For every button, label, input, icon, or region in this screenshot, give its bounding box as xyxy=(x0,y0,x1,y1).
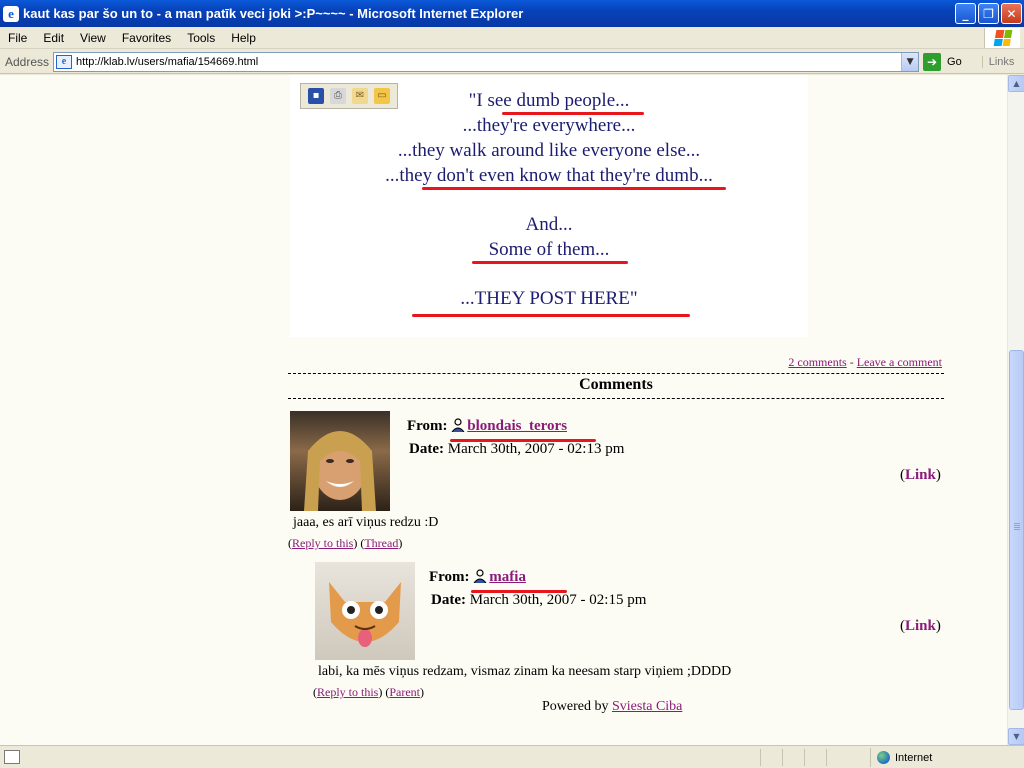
window-controls: _ ❐ ✕ xyxy=(955,3,1022,24)
divider xyxy=(288,398,944,399)
menu-help[interactable]: Help xyxy=(223,31,264,45)
scroll-down-arrow-icon[interactable]: ▼ xyxy=(1008,728,1024,745)
from-label: From: xyxy=(407,418,448,434)
comments-heading: Comments xyxy=(579,376,653,393)
avatar-photo-icon xyxy=(304,431,376,511)
joke-line-2: ...they're everywhere... xyxy=(462,115,636,136)
user-icon xyxy=(451,418,465,433)
comment-actions: (Reply to this) (Thread) xyxy=(288,536,403,550)
avatar-photo-icon xyxy=(329,582,401,647)
scroll-thumb[interactable] xyxy=(1009,350,1024,710)
from-label: From: xyxy=(429,569,470,585)
reply-link[interactable]: Reply to this xyxy=(317,685,378,699)
date-label: Date: xyxy=(431,592,466,608)
joke-line-7: ...THEY POST HERE" xyxy=(460,288,638,309)
comments-count-link[interactable]: 2 comments xyxy=(788,355,846,369)
status-panel xyxy=(804,749,826,766)
comment-permalink: (Link) xyxy=(900,618,941,634)
link-button[interactable]: Link xyxy=(905,618,936,634)
security-zone: Internet xyxy=(870,748,1020,767)
underline-mark xyxy=(422,187,726,190)
go-label: Go xyxy=(947,55,962,68)
underline-mark xyxy=(472,261,628,264)
address-label: Address xyxy=(5,54,50,69)
vertical-scrollbar[interactable]: ▲ ▼ xyxy=(1007,75,1024,745)
thread-link[interactable]: Thread xyxy=(364,536,398,550)
comment-from: From: mafia xyxy=(429,569,526,586)
globe-icon xyxy=(877,751,890,764)
divider xyxy=(288,373,944,374)
joke-line-6: Some of them... xyxy=(488,239,610,260)
comment-actions: (Reply to this) (Parent) xyxy=(313,685,424,699)
go-button[interactable]: ➔ Go xyxy=(923,52,962,71)
underline-mark xyxy=(412,314,690,317)
date-value: March 30th, 2007 - 02:13 pm xyxy=(447,441,625,457)
address-input[interactable] xyxy=(76,55,897,68)
joke-line-3: ...they walk around like everyone else..… xyxy=(397,140,701,161)
post-image: ▪ ⎙ ✉ ▭ "I see dumb people... ...they're… xyxy=(290,75,808,337)
page-viewport: ▪ ⎙ ✉ ▭ "I see dumb people... ...they're… xyxy=(0,75,1007,745)
joke-line-5: And... xyxy=(525,214,573,235)
menu-file[interactable]: File xyxy=(0,31,35,45)
comment-body: labi, ka mēs viņus redzam, vismaz zinam … xyxy=(318,664,732,679)
status-panel xyxy=(782,749,804,766)
address-bar: Address e ▼ ➔ Go Links xyxy=(0,50,1024,74)
links-toolbar[interactable]: Links xyxy=(981,55,1014,68)
powered-label: Powered by xyxy=(542,699,609,714)
menu-favorites[interactable]: Favorites xyxy=(114,31,179,45)
commenter-avatar xyxy=(315,562,415,660)
status-panel xyxy=(826,749,848,766)
go-arrow-icon: ➔ xyxy=(923,52,942,71)
windows-flag-icon xyxy=(984,28,1020,48)
address-dropdown-arrow-icon[interactable]: ▼ xyxy=(901,52,919,71)
commenter-avatar xyxy=(290,411,390,511)
address-box: e ▼ xyxy=(53,51,920,72)
link-button[interactable]: Link xyxy=(905,467,936,483)
title-bar: e kaut kas par šo un to - a man patīk ve… xyxy=(0,0,1024,27)
close-button[interactable]: ✕ xyxy=(1001,3,1022,24)
underline-mark xyxy=(502,112,644,115)
user-icon xyxy=(473,569,487,584)
comment-username[interactable]: blondais_terors xyxy=(467,418,567,434)
menu-edit[interactable]: Edit xyxy=(35,31,72,45)
scroll-up-arrow-icon[interactable]: ▲ xyxy=(1008,75,1024,92)
menu-view[interactable]: View xyxy=(72,31,114,45)
status-panels xyxy=(760,749,848,766)
joke-line-4: ...they don't even know that they're dum… xyxy=(385,165,713,186)
page-status-icon xyxy=(4,750,20,764)
post-links-separator: - xyxy=(846,355,857,369)
comment-from: From: blondais_terors xyxy=(407,418,567,435)
comment-date: Date: March 30th, 2007 - 02:13 pm xyxy=(409,441,624,458)
post-links: 2 comments - Leave a comment xyxy=(0,355,942,370)
date-value: March 30th, 2007 - 02:15 pm xyxy=(469,592,647,608)
powered-link[interactable]: Sviesta Ciba xyxy=(612,699,682,714)
status-bar: Internet xyxy=(0,745,1024,768)
reply-link[interactable]: Reply to this xyxy=(292,536,353,550)
parent-link[interactable]: Parent xyxy=(389,685,420,699)
grip-icon xyxy=(1014,523,1020,524)
menu-tools[interactable]: Tools xyxy=(179,31,223,45)
comment-username[interactable]: mafia xyxy=(489,569,526,585)
date-label: Date: xyxy=(409,441,444,457)
comment-body: jaaa, es arī viņus redzu :D xyxy=(293,515,439,530)
page-icon: e xyxy=(56,54,73,69)
minimize-button[interactable]: _ xyxy=(955,3,976,24)
comment-date: Date: March 30th, 2007 - 02:15 pm xyxy=(431,592,646,609)
leave-comment-link[interactable]: Leave a comment xyxy=(857,355,942,369)
ie-logo-icon: e xyxy=(3,5,19,22)
window-title: kaut kas par šo un to - a man patīk veci… xyxy=(23,6,524,21)
menu-bar: File Edit View Favorites Tools Help xyxy=(0,27,1024,49)
maximize-button[interactable]: ❐ xyxy=(978,3,999,24)
joke-line-1: "I see dumb people... xyxy=(468,90,630,111)
comment-permalink: (Link) xyxy=(900,467,941,483)
powered-by: Powered by Sviesta Ciba xyxy=(542,699,682,715)
status-panel xyxy=(760,749,782,766)
zone-label: Internet xyxy=(895,751,933,764)
